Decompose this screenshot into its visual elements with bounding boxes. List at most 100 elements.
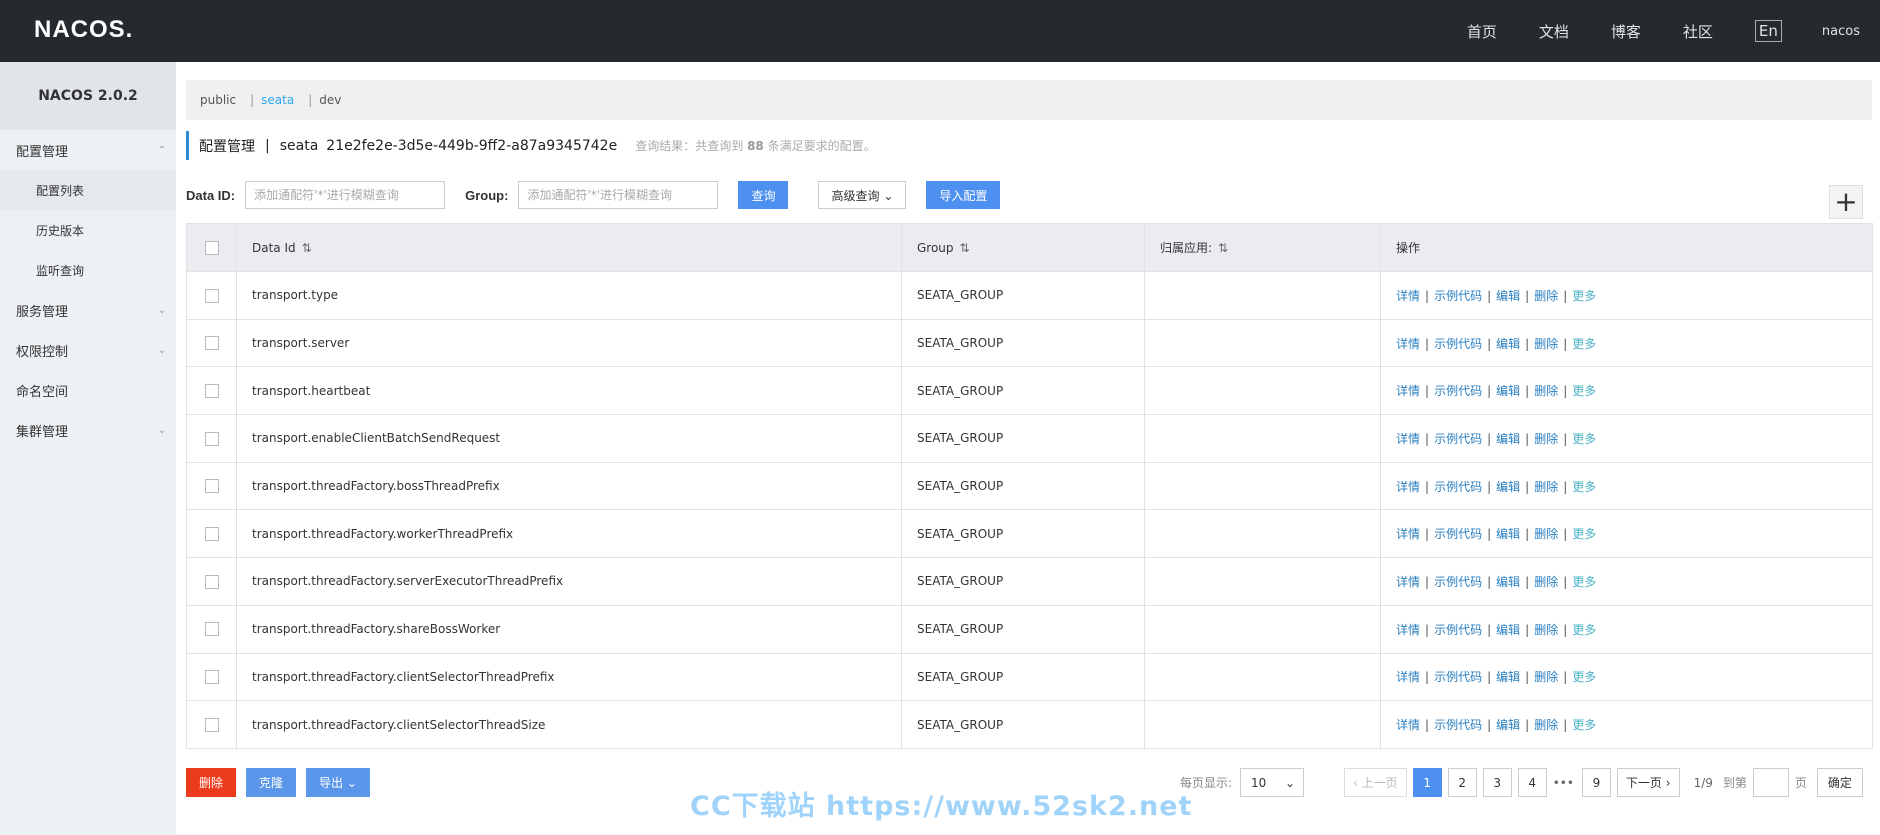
goto-confirm-button[interactable]: 确定 [1816, 768, 1863, 797]
sort-icon[interactable]: ⇅ [302, 241, 312, 255]
nav-community-link[interactable]: 社区 [1683, 21, 1713, 42]
page-button-3[interactable]: 3 [1482, 768, 1512, 797]
sample-code-link[interactable]: 示例代码 [1434, 575, 1482, 589]
detail-link[interactable]: 详情 [1396, 527, 1420, 541]
more-link[interactable]: 更多 [1572, 480, 1596, 494]
column-header-group[interactable]: Group ⇅ [901, 223, 1145, 272]
clone-button[interactable]: 克隆 [246, 768, 297, 797]
detail-link[interactable]: 详情 [1396, 670, 1420, 684]
page-size-select[interactable]: 10 ⌄ [1240, 768, 1305, 797]
more-link[interactable]: 更多 [1572, 337, 1596, 351]
batch-delete-button[interactable]: 删除 [186, 768, 237, 797]
user-menu[interactable]: nacos [1822, 24, 1860, 39]
delete-link[interactable]: 删除 [1534, 718, 1558, 732]
row-checkbox[interactable] [204, 288, 219, 303]
edit-link[interactable]: 编辑 [1496, 718, 1520, 732]
nav-blog-link[interactable]: 博客 [1611, 21, 1641, 42]
row-checkbox[interactable] [204, 717, 219, 732]
next-page-button[interactable]: 下一页 › [1616, 768, 1680, 797]
more-link[interactable]: 更多 [1572, 527, 1596, 541]
sidebar-group-access-control[interactable]: 权限控制 ⌄ [0, 330, 176, 370]
sidebar-item-namespace[interactable]: 命名空间 [0, 370, 176, 410]
delete-link[interactable]: 删除 [1534, 623, 1558, 637]
sidebar-group-cluster-management[interactable]: 集群管理 ⌄ [0, 410, 176, 450]
more-link[interactable]: 更多 [1572, 384, 1596, 398]
sample-code-link[interactable]: 示例代码 [1434, 337, 1482, 351]
detail-link[interactable]: 详情 [1396, 480, 1420, 494]
detail-link[interactable]: 详情 [1396, 575, 1420, 589]
row-checkbox[interactable] [204, 383, 219, 398]
edit-link[interactable]: 编辑 [1496, 337, 1520, 351]
edit-link[interactable]: 编辑 [1496, 527, 1520, 541]
sort-icon[interactable]: ⇅ [960, 241, 970, 255]
row-checkbox[interactable] [204, 670, 219, 685]
language-switch-button[interactable]: En [1754, 20, 1782, 42]
edit-link[interactable]: 编辑 [1496, 670, 1520, 684]
sidebar-group-service-management[interactable]: 服务管理 ⌄ [0, 290, 176, 330]
detail-link[interactable]: 详情 [1396, 384, 1420, 398]
edit-link[interactable]: 编辑 [1496, 289, 1520, 303]
edit-link[interactable]: 编辑 [1496, 432, 1520, 446]
nacos-logo[interactable]: NACOS. [34, 16, 133, 44]
row-checkbox[interactable] [204, 527, 219, 542]
more-link[interactable]: 更多 [1572, 289, 1596, 303]
query-button[interactable]: 查询 [738, 181, 789, 209]
sidebar-group-config-management[interactable]: 配置管理 ⌃ [0, 130, 176, 170]
more-link[interactable]: 更多 [1572, 670, 1596, 684]
row-checkbox[interactable] [204, 479, 219, 494]
sample-code-link[interactable]: 示例代码 [1434, 289, 1482, 303]
namespace-dev[interactable]: dev [319, 93, 341, 107]
prev-page-button[interactable]: ‹ 上一页 [1344, 768, 1407, 797]
delete-link[interactable]: 删除 [1534, 480, 1558, 494]
sort-icon[interactable]: ⇅ [1218, 241, 1228, 255]
export-button[interactable]: 导出 ⌄ [306, 768, 370, 797]
namespace-seata[interactable]: seata [261, 93, 294, 107]
delete-link[interactable]: 删除 [1534, 337, 1558, 351]
edit-link[interactable]: 编辑 [1496, 623, 1520, 637]
more-link[interactable]: 更多 [1572, 623, 1596, 637]
goto-page-input[interactable] [1752, 768, 1789, 797]
sample-code-link[interactable]: 示例代码 [1434, 432, 1482, 446]
row-checkbox[interactable] [204, 431, 219, 446]
page-button-9[interactable]: 9 [1581, 768, 1611, 797]
detail-link[interactable]: 详情 [1396, 337, 1420, 351]
edit-link[interactable]: 编辑 [1496, 480, 1520, 494]
delete-link[interactable]: 删除 [1534, 670, 1558, 684]
delete-link[interactable]: 删除 [1534, 575, 1558, 589]
row-checkbox[interactable] [204, 574, 219, 589]
sidebar-item-config-list[interactable]: 配置列表 [0, 170, 176, 210]
more-link[interactable]: 更多 [1572, 432, 1596, 446]
sample-code-link[interactable]: 示例代码 [1434, 480, 1482, 494]
add-config-button[interactable]: + [1829, 185, 1863, 219]
nav-home-link[interactable]: 首页 [1467, 21, 1497, 42]
page-button-4[interactable]: 4 [1517, 768, 1547, 797]
more-link[interactable]: 更多 [1572, 575, 1596, 589]
sample-code-link[interactable]: 示例代码 [1434, 623, 1482, 637]
delete-link[interactable]: 删除 [1534, 384, 1558, 398]
advanced-query-button[interactable]: 高级查询 ⌄ [818, 181, 907, 209]
select-all-checkbox[interactable] [204, 240, 219, 255]
column-header-app[interactable]: 归属应用: ⇅ [1144, 223, 1381, 272]
edit-link[interactable]: 编辑 [1496, 575, 1520, 589]
sidebar-item-listener-query[interactable]: 监听查询 [0, 250, 176, 290]
edit-link[interactable]: 编辑 [1496, 384, 1520, 398]
import-config-button[interactable]: 导入配置 [926, 181, 1001, 209]
page-button-2[interactable]: 2 [1447, 768, 1477, 797]
sample-code-link[interactable]: 示例代码 [1434, 670, 1482, 684]
detail-link[interactable]: 详情 [1396, 623, 1420, 637]
dataid-search-input[interactable] [245, 181, 446, 209]
delete-link[interactable]: 删除 [1534, 289, 1558, 303]
detail-link[interactable]: 详情 [1396, 718, 1420, 732]
row-checkbox[interactable] [204, 622, 219, 637]
sample-code-link[interactable]: 示例代码 [1434, 527, 1482, 541]
detail-link[interactable]: 详情 [1396, 289, 1420, 303]
nav-docs-link[interactable]: 文档 [1539, 21, 1569, 42]
sidebar-item-history-versions[interactable]: 历史版本 [0, 210, 176, 250]
namespace-public[interactable]: public [200, 93, 236, 107]
detail-link[interactable]: 详情 [1396, 432, 1420, 446]
group-search-input[interactable] [518, 181, 719, 209]
delete-link[interactable]: 删除 [1534, 432, 1558, 446]
sample-code-link[interactable]: 示例代码 [1434, 384, 1482, 398]
page-button-1[interactable]: 1 [1412, 768, 1442, 797]
more-link[interactable]: 更多 [1572, 718, 1596, 732]
